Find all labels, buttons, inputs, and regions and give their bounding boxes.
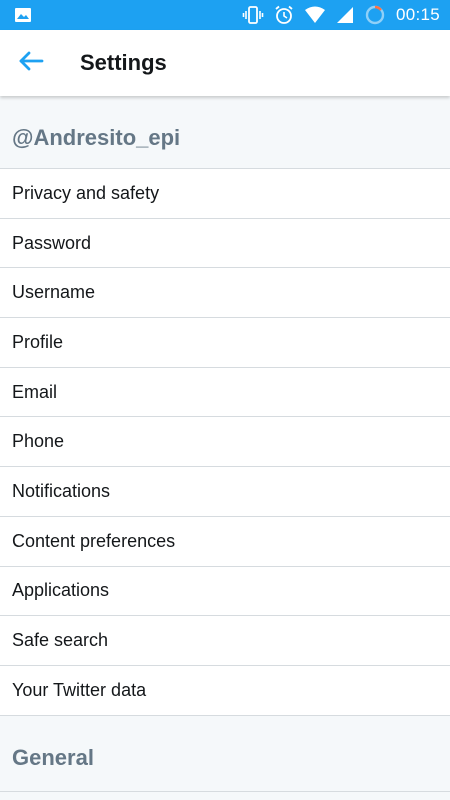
arrow-left-icon bbox=[17, 47, 45, 80]
alarm-icon bbox=[274, 5, 294, 25]
settings-content[interactable]: @Andresito_epi Privacy and safety Passwo… bbox=[0, 96, 450, 800]
settings-item-notifications[interactable]: Notifications bbox=[0, 467, 450, 517]
settings-item-your-twitter-data[interactable]: Your Twitter data bbox=[0, 665, 450, 716]
settings-item-privacy-and-safety[interactable]: Privacy and safety bbox=[0, 169, 450, 219]
status-time: 00:15 bbox=[395, 5, 440, 24]
account-settings-list: Privacy and safety Password Username Pro… bbox=[0, 169, 450, 716]
signal-icon bbox=[336, 6, 354, 24]
battery-charging-icon bbox=[364, 4, 386, 26]
page-title: Settings bbox=[80, 50, 167, 75]
settings-item-profile[interactable]: Profile bbox=[0, 318, 450, 368]
settings-item-content-preferences[interactable]: Content preferences bbox=[0, 516, 450, 567]
general-section-heading: General bbox=[0, 715, 450, 792]
account-section-heading: @Andresito_epi bbox=[0, 96, 450, 169]
settings-item-email[interactable]: Email bbox=[0, 367, 450, 418]
back-button[interactable] bbox=[0, 30, 62, 96]
vibrate-icon bbox=[242, 5, 264, 25]
app-bar: Settings bbox=[0, 30, 450, 96]
settings-item-safe-search[interactable]: Safe search bbox=[0, 616, 450, 666]
status-bar: 00:15 bbox=[0, 0, 450, 30]
settings-item-phone[interactable]: Phone bbox=[0, 417, 450, 468]
settings-item-username[interactable]: Username bbox=[0, 268, 450, 319]
status-left bbox=[14, 6, 32, 24]
wifi-icon bbox=[304, 6, 326, 24]
settings-item-applications[interactable]: Applications bbox=[0, 566, 450, 617]
settings-item-password[interactable]: Password bbox=[0, 218, 450, 269]
status-right: 00:15 bbox=[242, 4, 440, 26]
image-icon bbox=[14, 6, 32, 24]
